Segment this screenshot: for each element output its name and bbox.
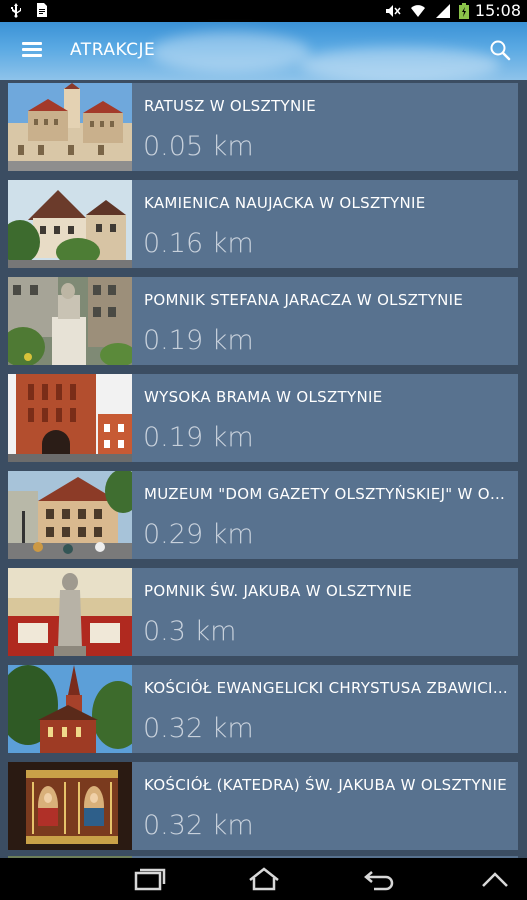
attraction-thumbnail [8, 568, 132, 656]
list-item[interactable]: RATUSZ W OLSZTYNIE 0.05 km [8, 83, 518, 171]
attraction-distance: 0.19 km [143, 422, 254, 453]
attraction-thumbnail [8, 762, 132, 850]
list-item[interactable]: KAMIENICA NAUJACKA W OLSZTYNIE 0.16 km [8, 180, 518, 268]
attraction-thumbnail [8, 665, 132, 753]
mute-icon [385, 5, 401, 17]
attraction-thumbnail [8, 83, 132, 171]
attraction-name: WYSOKA BRAMA W OLSZTYNIE [144, 388, 383, 406]
attraction-thumbnail [8, 471, 132, 559]
battery-icon [458, 3, 469, 19]
status-bar: 15:08 [0, 0, 527, 22]
list-item[interactable]: KOŚCIÓŁ EWANGELICKI CHRYSTUSA ZBAWICIELA… [8, 665, 518, 753]
list-item[interactable]: POMNIK ŚW. JAKUBA W OLSZTYNIE 0.3 km [8, 568, 518, 656]
list-item-text: MUZEUM "DOM GAZETY OLSZTYŃSKIEJ" W OLSZT… [132, 471, 518, 559]
list-item-text: RATUSZ W OLSZTYNIE 0.05 km [132, 83, 518, 171]
attraction-name: POMNIK STEFANA JARACZA W OLSZTYNIE [144, 291, 464, 309]
list-item-text: POMNIK STEFANA JARACZA W OLSZTYNIE 0.19 … [132, 277, 518, 365]
wifi-icon [410, 5, 425, 17]
document-icon [37, 3, 47, 17]
list-item[interactable]: POMNIK STEFANA JARACZA W OLSZTYNIE 0.19 … [8, 277, 518, 365]
attraction-distance: 0.29 km [143, 519, 254, 550]
attraction-name: POMNIK ŚW. JAKUBA W OLSZTYNIE [144, 582, 413, 600]
attraction-distance: 0.32 km [143, 810, 254, 841]
attraction-distance: 0.32 km [143, 713, 254, 744]
attraction-name: KOŚCIÓŁ (KATEDRA) ŚW. JAKUBA W OLSZTYNIE [144, 776, 507, 794]
page-title: ATRAKCJE [70, 40, 156, 60]
attraction-thumbnail [8, 180, 132, 268]
attraction-distance: 0.16 km [143, 228, 254, 259]
attraction-name: KOŚCIÓŁ EWANGELICKI CHRYSTUSA ZBAWICIELA… [144, 679, 508, 697]
recent-apps-icon[interactable] [133, 866, 167, 892]
attraction-thumbnail [8, 277, 132, 365]
attraction-name: RATUSZ W OLSZTYNIE [144, 97, 317, 115]
home-icon[interactable] [247, 866, 281, 892]
menu-up-icon[interactable] [478, 866, 512, 892]
attractions-list[interactable]: RATUSZ W OLSZTYNIE 0.05 km KAMIENICA NAU… [0, 80, 527, 858]
list-item-text: WYSOKA BRAMA W OLSZTYNIE 0.19 km [132, 374, 518, 462]
attraction-name: MUZEUM "DOM GAZETY OLSZTYŃSKIEJ" W OLSZT… [144, 485, 508, 503]
list-item[interactable]: WYSOKA BRAMA W OLSZTYNIE 0.19 km [8, 374, 518, 462]
list-item-text: KOŚCIÓŁ (KATEDRA) ŚW. JAKUBA W OLSZTYNIE… [132, 762, 518, 850]
system-nav-bar [0, 858, 527, 900]
attraction-distance: 0.19 km [143, 325, 254, 356]
app-toolbar: ATRAKCJE [0, 22, 527, 82]
list-item-text: KOŚCIÓŁ EWANGELICKI CHRYSTUSA ZBAWICIELA… [132, 665, 518, 753]
list-item[interactable]: MUZEUM "DOM GAZETY OLSZTYŃSKIEJ" W OLSZT… [8, 471, 518, 559]
hamburger-menu-icon[interactable] [22, 42, 42, 58]
attraction-thumbnail [8, 374, 132, 462]
list-item-text: KAMIENICA NAUJACKA W OLSZTYNIE 0.16 km [132, 180, 518, 268]
back-icon[interactable] [362, 866, 396, 892]
list-item[interactable]: KOŚCIÓŁ (KATEDRA) ŚW. JAKUBA W OLSZTYNIE… [8, 762, 518, 850]
list-item-text: POMNIK ŚW. JAKUBA W OLSZTYNIE 0.3 km [132, 568, 518, 656]
attraction-name: KAMIENICA NAUJACKA W OLSZTYNIE [144, 194, 426, 212]
app-screen: 15:08 ATRAKCJE RATUSZ W OLSZTYNIE 0.05 k… [0, 0, 527, 900]
signal-icon [435, 4, 450, 18]
attraction-distance: 0.3 km [143, 616, 237, 647]
status-time: 15:08 [474, 1, 521, 20]
search-icon[interactable] [489, 39, 511, 61]
attraction-distance: 0.05 km [143, 131, 254, 162]
usb-icon [11, 3, 21, 18]
